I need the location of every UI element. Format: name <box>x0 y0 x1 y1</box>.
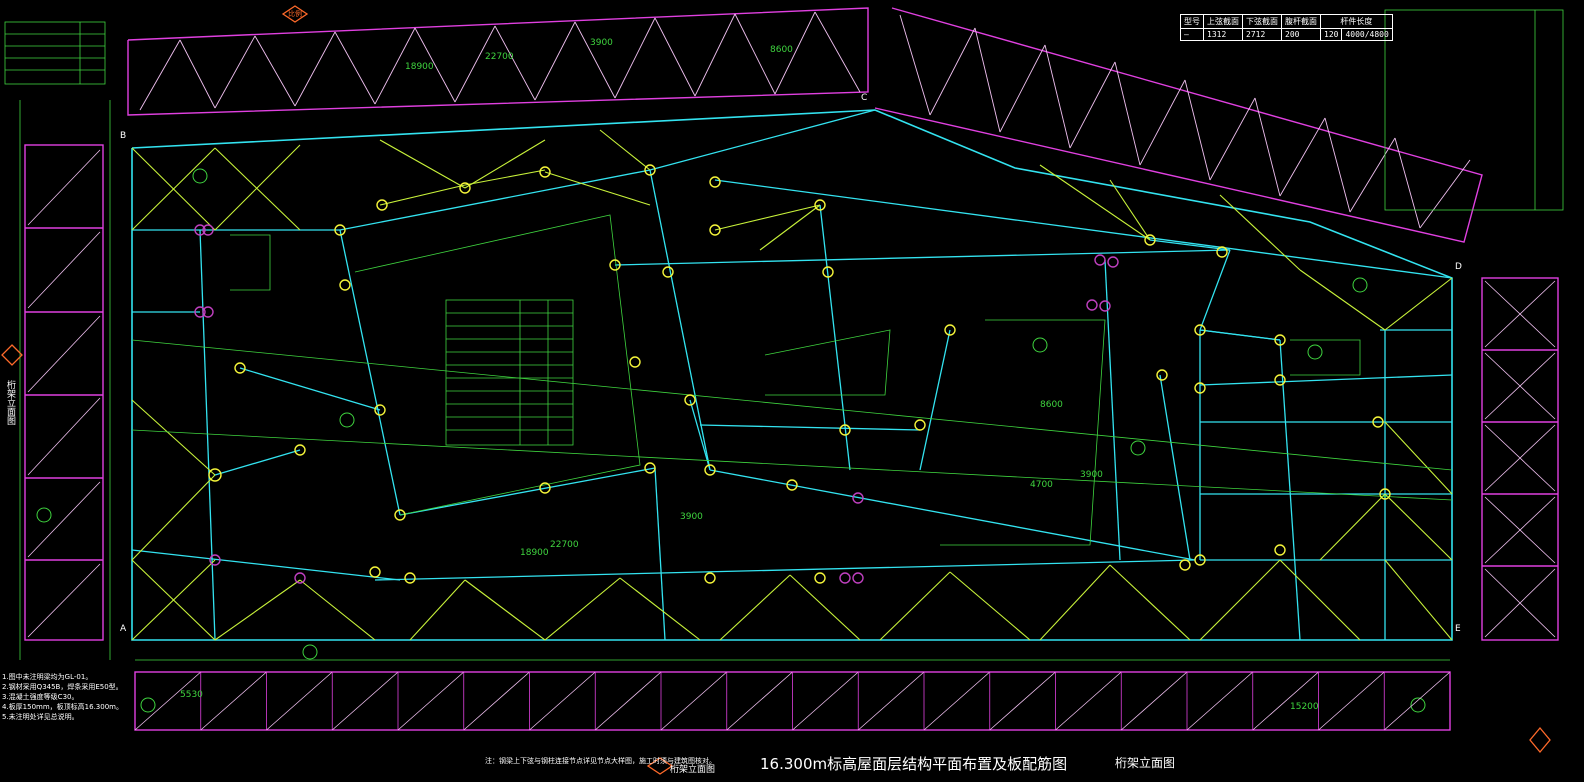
top-truss <box>127 7 1483 243</box>
truss-diagonal <box>331 671 399 731</box>
pin-nodes <box>194 224 1119 584</box>
annotation-lines <box>19 100 1453 661</box>
dim-7: 3900 <box>680 512 703 522</box>
dim-4: 8600 <box>770 45 793 55</box>
truss-diagonal <box>1186 671 1254 731</box>
section-markers <box>1 5 1551 775</box>
dim-8: 5530 <box>180 690 203 700</box>
truss-diagonal <box>594 671 662 731</box>
table-cell: 120 <box>1319 28 1343 41</box>
truss-diagonal <box>1055 671 1122 731</box>
beams <box>131 109 1453 641</box>
table-cell: 200 <box>1281 28 1321 41</box>
note-line: 5.未注明处详见总说明。 <box>2 713 79 721</box>
dim-12: 4700 <box>1030 480 1053 490</box>
axis-D: D <box>1455 262 1462 272</box>
scale-tag: 比例 <box>288 10 302 18</box>
truss-diagonal <box>1318 671 1385 731</box>
truss-diagonal <box>923 671 991 731</box>
truss-diagonal <box>397 671 465 731</box>
right-truss <box>1481 277 1559 641</box>
general-notes: 1.图中未注明梁均为GL-01。 2.钢材采用Q345B，焊条采用E50型。 3… <box>2 672 123 722</box>
truss-diagonal <box>792 671 859 731</box>
note-line: 3.混凝土强度等级C30。 <box>2 693 79 701</box>
dim-1: 22700 <box>485 52 514 62</box>
truss-diagonal <box>266 671 333 731</box>
truss-elevation-title: 桁架立面图 <box>1115 756 1176 770</box>
note-line: 1.图中未注明梁均为GL-01。 <box>2 673 93 681</box>
dim-6: 18900 <box>520 548 549 558</box>
dim-3: 3900 <box>590 38 613 48</box>
truss-diagonal <box>200 671 267 731</box>
table-cell: 1312 <box>1203 28 1243 41</box>
note-line: 4.板厚150mm，板顶标高16.300m。 <box>2 703 123 711</box>
note-line: 2.钢材采用Q345B，焊条采用E50型。 <box>2 683 123 691</box>
truss-diagonal <box>134 671 202 731</box>
left-truss-web <box>27 149 101 638</box>
topleft-legend <box>4 21 106 85</box>
table-header: 上弦截面 <box>1203 14 1243 29</box>
dim-11: 8600 <box>1040 400 1063 410</box>
right-legend <box>1384 9 1564 211</box>
bottom-note: 注：钢梁上下弦与钢柱连接节点详见节点大样图，施工时须与建筑图核对。 <box>485 757 716 765</box>
bottom-truss-diagonals <box>134 671 1451 731</box>
left-truss <box>24 144 104 641</box>
table-header: 杆件长度 <box>1320 14 1393 29</box>
truss-diagonal <box>1383 671 1451 731</box>
top-truss-web <box>139 11 1471 229</box>
left-elevation-title: 桁架立面图 <box>5 380 15 425</box>
axis-E: E <box>1455 624 1461 634</box>
axis-A: A <box>120 624 127 634</box>
truss-diagonal <box>660 671 728 731</box>
truss-diagonal <box>857 671 925 731</box>
dim-10: 3900 <box>1080 470 1103 480</box>
truss-diagonal <box>463 671 530 731</box>
truss-diagonal <box>1120 671 1188 731</box>
axis-C: C <box>861 93 868 103</box>
columns <box>208 164 1391 584</box>
right-truss-web <box>1484 280 1556 638</box>
table-header: 下弦截面 <box>1242 14 1282 29</box>
truss-diagonal <box>726 671 793 731</box>
table-cell: — <box>1180 28 1204 41</box>
structural-plan-drawing <box>1 5 1564 775</box>
dim-2: 18900 <box>405 62 434 72</box>
truss-diagonal <box>989 671 1056 731</box>
member-table: 型号 上弦截面 下弦截面 腹杆截面 杆件长度 — 1312 2712 200 1… <box>1180 14 1393 41</box>
table-header: 型号 <box>1180 14 1204 29</box>
table-cell: 4000/4800 <box>1341 28 1393 41</box>
table-header: 腹杆截面 <box>1281 14 1321 29</box>
main-title: 16.300m标高屋面层结构平面布置及板配筋图 <box>760 755 1068 773</box>
axis-B: B <box>120 131 127 141</box>
dim-5: 22700 <box>550 540 579 550</box>
braces <box>131 129 1453 641</box>
truss-diagonal <box>529 671 596 731</box>
dim-9: 15200 <box>1290 702 1319 712</box>
table-cell: 2712 <box>1242 28 1282 41</box>
truss-diagonal <box>1252 671 1319 731</box>
